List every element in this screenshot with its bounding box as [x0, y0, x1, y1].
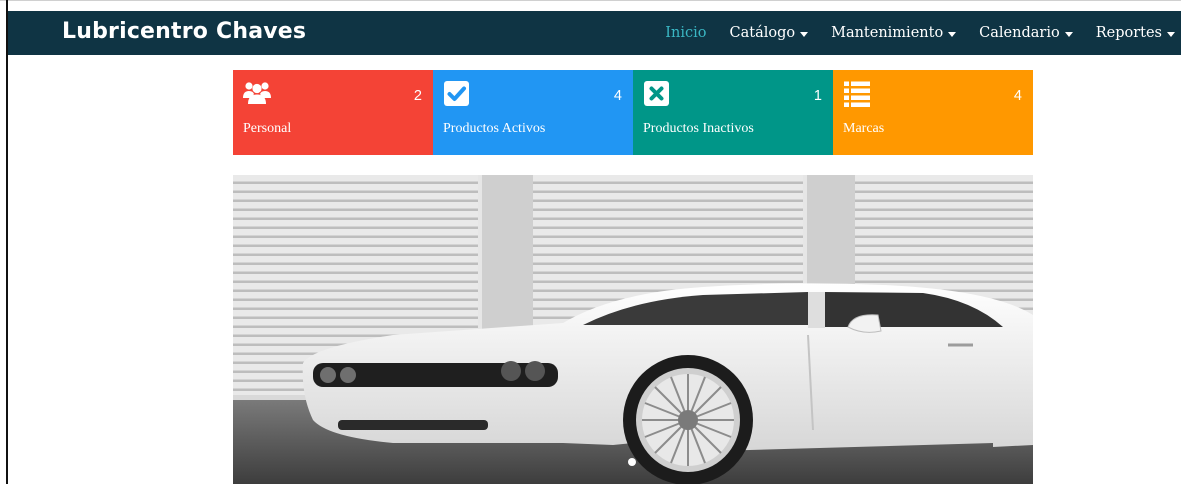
nav-item-reportes[interactable]: Reportes: [1096, 25, 1175, 41]
list-icon: [844, 81, 870, 107]
frame-left-border: [6, 0, 8, 484]
nav-item-label: Catálogo: [729, 25, 796, 41]
nav-item-label: Mantenimiento: [831, 25, 944, 41]
nav-item-label: Reportes: [1095, 25, 1162, 41]
nav-item-label: Inicio: [665, 25, 707, 41]
card-marcas[interactable]: 4 Marcas: [833, 70, 1033, 155]
summary-cards: 2 Personal 4 Productos Activos 1 Product…: [233, 70, 1033, 155]
carousel-car-image: [233, 175, 1033, 484]
carousel-indicator-dot[interactable]: [628, 458, 636, 466]
caret-down-icon: [800, 31, 809, 37]
nav-item-calendario[interactable]: Calendario: [979, 25, 1073, 41]
nav-menu: Inicio Catálogo Mantenimiento Calendario…: [642, 11, 1175, 55]
card-productos-inactivos[interactable]: 1 Productos Inactivos: [633, 70, 833, 155]
card-productos-activos[interactable]: 4 Productos Activos: [433, 70, 633, 155]
card-personal[interactable]: 2 Personal: [233, 70, 433, 155]
card-count: 4: [1013, 88, 1022, 104]
nav-item-catalogo[interactable]: Catálogo: [730, 25, 809, 41]
caret-down-icon: [1064, 31, 1073, 37]
caret-down-icon: [1167, 31, 1175, 37]
card-count: 2: [413, 88, 422, 104]
card-label: Productos Activos: [443, 121, 546, 136]
image-carousel[interactable]: [233, 175, 1033, 484]
nav-item-mantenimiento[interactable]: Mantenimiento: [831, 25, 957, 41]
brand-title[interactable]: Lubricentro Chaves: [62, 11, 306, 55]
card-label: Productos Inactivos: [643, 121, 754, 136]
nav-item-label: Calendario: [979, 25, 1060, 41]
caret-down-icon: [948, 31, 957, 37]
card-count: 4: [613, 88, 622, 104]
card-count: 1: [813, 88, 822, 104]
navbar: Lubricentro Chaves Inicio Catálogo Mante…: [8, 11, 1181, 55]
card-label: Marcas: [843, 121, 885, 136]
users-icon: [243, 82, 271, 104]
nav-item-inicio[interactable]: Inicio: [665, 25, 706, 41]
check-square-icon: [444, 81, 469, 106]
card-label: Personal: [243, 121, 292, 136]
x-square-icon: [644, 81, 669, 106]
frame-top-line: [0, 0, 1181, 1]
